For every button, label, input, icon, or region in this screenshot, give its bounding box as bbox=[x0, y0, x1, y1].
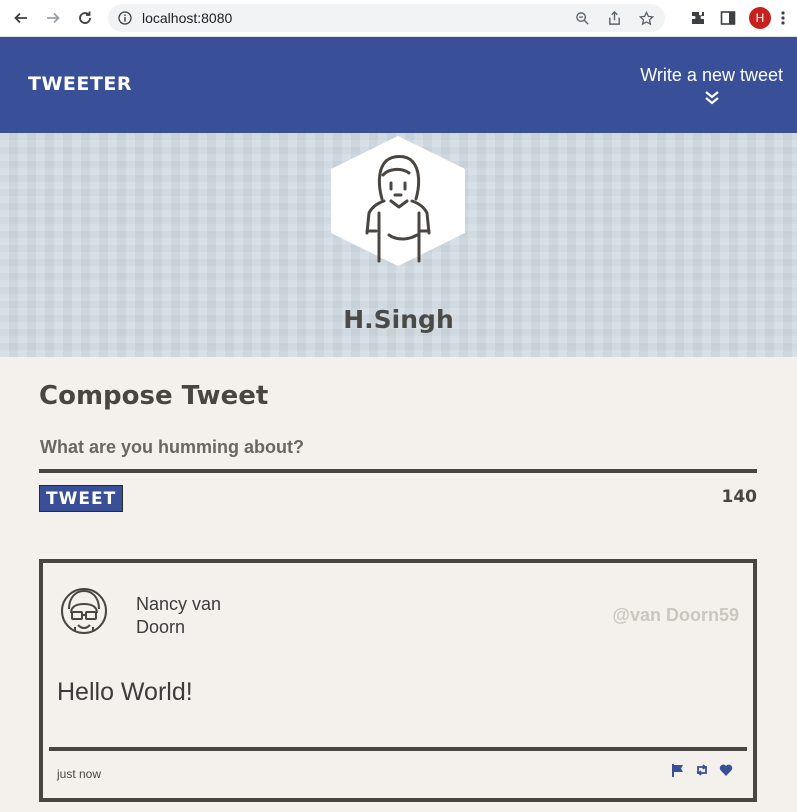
character-counter: 140 bbox=[721, 487, 758, 507]
tweet-input[interactable] bbox=[39, 437, 757, 473]
forward-icon[interactable] bbox=[40, 5, 66, 31]
tweet-timestamp: just now bbox=[57, 767, 102, 781]
flag-icon[interactable] bbox=[671, 763, 685, 777]
top-navigation: TWEETER Write a new tweet bbox=[0, 37, 797, 133]
info-icon[interactable] bbox=[118, 11, 132, 25]
compose-tweet-section: Compose Tweet TWEET 140 bbox=[39, 381, 757, 512]
browser-toolbar: localhost:8080 H bbox=[0, 0, 797, 37]
avatar-glasses-icon bbox=[61, 588, 107, 634]
write-new-tweet-label[interactable]: Write a new tweet bbox=[640, 65, 783, 86]
tweet-card: Nancy van Doorn @van Doorn59 Hello World… bbox=[39, 559, 757, 802]
url-text[interactable]: localhost:8080 bbox=[142, 10, 559, 26]
tweet-divider bbox=[49, 747, 747, 751]
share-icon[interactable] bbox=[605, 9, 623, 27]
tweet-author-handle: @van Doorn59 bbox=[612, 605, 739, 625]
tweet-author-name: Nancy van Doorn bbox=[136, 594, 222, 637]
profile-header: H.Singh bbox=[0, 133, 797, 357]
profile-avatar-hexagon bbox=[329, 135, 467, 267]
write-new-tweet-toggle[interactable]: Write a new tweet bbox=[640, 65, 783, 106]
brand-logo[interactable]: TWEETER bbox=[28, 73, 132, 95]
tweet-text: Hello World! bbox=[57, 678, 193, 706]
profile-avatar[interactable]: H bbox=[749, 7, 771, 29]
compose-footer: TWEET 140 bbox=[39, 485, 757, 512]
tweet-actions bbox=[671, 763, 733, 777]
extensions-icon[interactable] bbox=[687, 7, 709, 29]
tweet-submit-button[interactable]: TWEET bbox=[39, 485, 124, 512]
compose-title: Compose Tweet bbox=[39, 381, 269, 411]
address-bar[interactable]: localhost:8080 bbox=[108, 4, 665, 32]
reload-icon[interactable] bbox=[72, 5, 98, 31]
menu-kebab-icon[interactable] bbox=[777, 7, 789, 29]
back-icon[interactable] bbox=[8, 5, 34, 31]
bookmark-star-icon[interactable] bbox=[637, 9, 655, 27]
side-panel-icon[interactable] bbox=[717, 7, 739, 29]
zoom-icon[interactable] bbox=[573, 9, 591, 27]
retweet-icon[interactable] bbox=[695, 763, 709, 777]
double-chevron-down-icon[interactable] bbox=[704, 90, 720, 106]
heart-icon[interactable] bbox=[719, 763, 733, 777]
profile-name: H.Singh bbox=[343, 305, 454, 334]
